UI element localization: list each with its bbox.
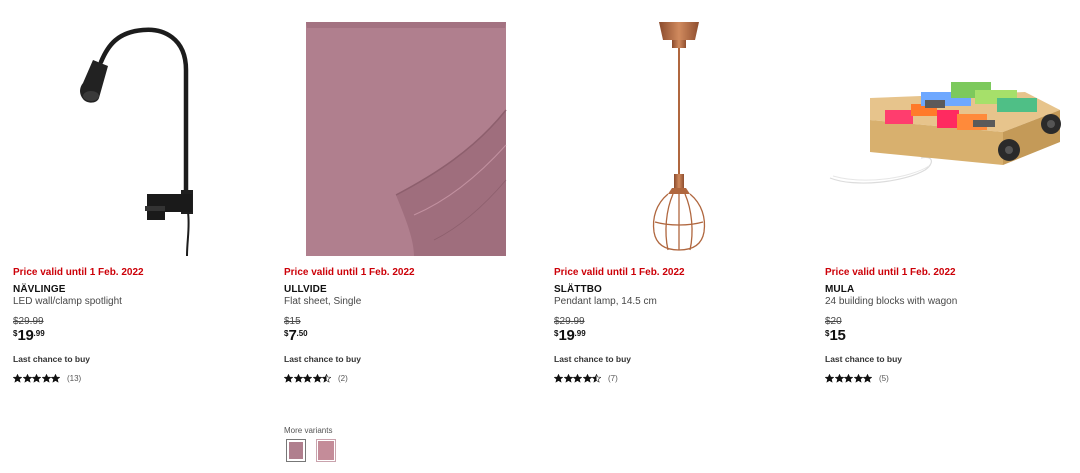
- promo-text: Price valid until 1 Feb. 2022: [554, 267, 685, 278]
- current-price: $19.99: [13, 328, 45, 344]
- current-price: $19.99: [554, 328, 586, 344]
- star-full-icon: [573, 373, 583, 383]
- product-image-link[interactable]: [284, 0, 538, 258]
- product-name[interactable]: ULLVIDE: [284, 284, 327, 295]
- star-rating: [825, 373, 873, 383]
- product-name[interactable]: SLÄTTBO: [554, 284, 602, 295]
- previous-price: $15: [284, 316, 301, 327]
- star-full-icon: [41, 373, 51, 383]
- price-currency: $: [284, 329, 289, 338]
- product-name[interactable]: MULA: [825, 284, 854, 295]
- promo-text: Price valid until 1 Feb. 2022: [284, 267, 415, 278]
- product-image-link[interactable]: [554, 0, 808, 258]
- rating-link[interactable]: (5): [825, 372, 889, 384]
- star-full-icon: [51, 373, 61, 383]
- star-half-icon: [592, 373, 602, 383]
- star-full-icon: [13, 373, 22, 383]
- price-integer: 19: [17, 327, 34, 344]
- availability-text: Last chance to buy: [554, 354, 631, 364]
- rating-link[interactable]: (13): [13, 372, 81, 384]
- variant-swatch[interactable]: [316, 439, 336, 462]
- star-full-icon: [834, 373, 844, 383]
- product-description: Pendant lamp, 14.5 cm: [554, 296, 657, 307]
- star-full-icon: [563, 373, 573, 383]
- price-decimal: .99: [33, 329, 45, 338]
- price-currency: $: [554, 329, 559, 338]
- current-price: $15: [825, 328, 846, 344]
- review-count: (2): [337, 373, 348, 383]
- availability-text: Last chance to buy: [284, 354, 361, 364]
- star-full-icon: [22, 373, 32, 383]
- product-description: Flat sheet, Single: [284, 296, 362, 307]
- star-rating: [284, 373, 332, 383]
- rating-link[interactable]: (7): [554, 372, 618, 384]
- product-card-slattbo: Price valid until 1 Feb. 2022 SLÄTTBO Pe…: [554, 0, 808, 473]
- review-count: (13): [66, 373, 82, 383]
- rating-link[interactable]: (2): [284, 372, 348, 384]
- product-image-link[interactable]: [13, 0, 267, 258]
- star-full-icon: [844, 373, 854, 383]
- variant-swatch-selected[interactable]: [286, 439, 306, 462]
- product-description: 24 building blocks with wagon: [825, 296, 958, 307]
- previous-price: $20: [825, 316, 842, 327]
- review-count: (7): [607, 373, 618, 383]
- building-blocks-wagon-icon: [829, 82, 1061, 184]
- star-full-icon: [284, 373, 293, 383]
- product-card-ullvide: Price valid until 1 Feb. 2022 ULLVIDE Fl…: [284, 0, 538, 473]
- star-full-icon: [825, 373, 834, 383]
- product-grid: Price valid until 1 Feb. 2022 NÄVLINGE L…: [0, 0, 1080, 473]
- product-name[interactable]: NÄVLINGE: [13, 284, 65, 295]
- availability-text: Last chance to buy: [825, 354, 902, 364]
- promo-text: Price valid until 1 Feb. 2022: [13, 267, 144, 278]
- pendant-lamp-icon: [652, 22, 706, 251]
- availability-text: Last chance to buy: [13, 354, 90, 364]
- star-full-icon: [853, 373, 863, 383]
- previous-price: $29.99: [13, 316, 44, 327]
- price-integer: 19: [558, 327, 575, 344]
- price-currency: $: [13, 329, 18, 338]
- clamp-spotlight-icon: [80, 27, 193, 257]
- current-price: $7.50: [284, 328, 308, 344]
- product-image-link[interactable]: [825, 0, 1079, 258]
- star-full-icon: [863, 373, 873, 383]
- more-variants-label: More variants: [284, 426, 333, 435]
- flat-sheet-icon: [306, 22, 507, 256]
- price-decimal: .50: [296, 329, 308, 338]
- product-card-navlinge: Price valid until 1 Feb. 2022 NÄVLINGE L…: [13, 0, 267, 473]
- price-decimal: .99: [574, 329, 586, 338]
- promo-text: Price valid until 1 Feb. 2022: [825, 267, 956, 278]
- product-card-mula: Price valid until 1 Feb. 2022 MULA 24 bu…: [825, 0, 1079, 473]
- star-full-icon: [554, 373, 563, 383]
- star-half-icon: [322, 373, 332, 383]
- star-rating: [554, 373, 602, 383]
- star-full-icon: [582, 373, 592, 383]
- star-full-icon: [293, 373, 303, 383]
- star-full-icon: [303, 373, 313, 383]
- price-integer: 7: [288, 327, 297, 344]
- price-currency: $: [825, 329, 830, 338]
- star-full-icon: [312, 373, 322, 383]
- star-full-icon: [32, 373, 42, 383]
- price-integer: 15: [829, 327, 846, 344]
- star-rating: [13, 373, 61, 383]
- previous-price: $29.99: [554, 316, 585, 327]
- review-count: (5): [878, 373, 889, 383]
- product-description: LED wall/clamp spotlight: [13, 296, 122, 307]
